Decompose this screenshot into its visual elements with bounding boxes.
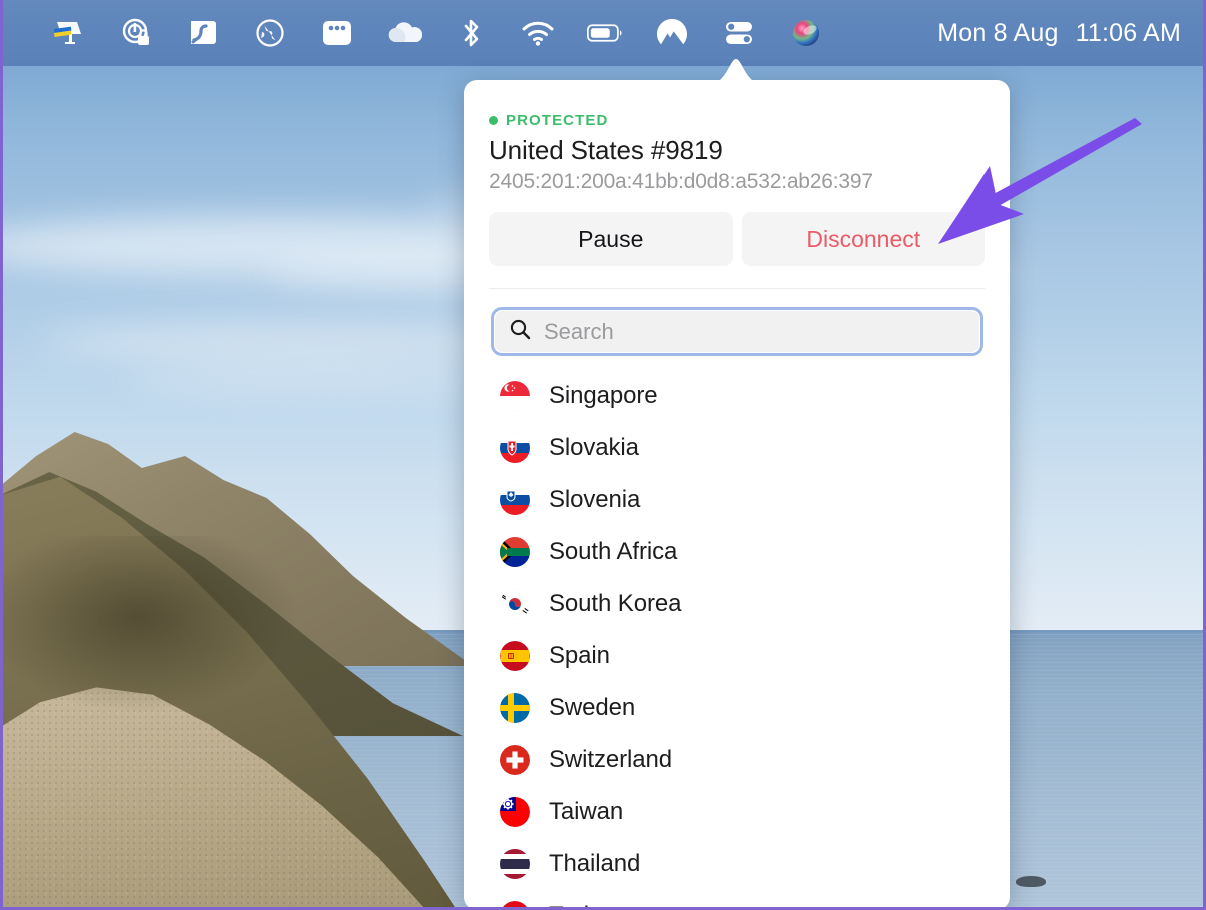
- country-name: South Africa: [549, 538, 678, 565]
- country-name: Turkey: [549, 902, 621, 907]
- list-item[interactable]: South Africa: [464, 526, 1010, 578]
- control-center-icon[interactable]: [721, 16, 757, 50]
- action-buttons: Pause Disconnect: [489, 212, 985, 266]
- list-item[interactable]: Sweden: [464, 682, 1010, 734]
- flag-slovakia-icon: [500, 433, 530, 463]
- desktop-screen: Mon 8 Aug 11:06 AM PROTECTED United Stat…: [0, 0, 1206, 910]
- flag-taiwan-icon: [500, 797, 530, 827]
- country-name: Switzerland: [549, 746, 672, 773]
- menu-bar-status-icons: [51, 16, 824, 50]
- privacy-lock-icon[interactable]: [118, 16, 154, 50]
- bluetooth-icon[interactable]: [453, 16, 489, 50]
- flag-slovenia-icon: [500, 485, 530, 515]
- cliff-shadow: [3, 536, 303, 716]
- flag-spain-icon: [500, 641, 530, 671]
- popover-notch: [712, 57, 760, 83]
- flag-switzerland-icon: [500, 745, 530, 775]
- menu-bar-clock[interactable]: Mon 8 Aug 11:06 AM: [937, 19, 1181, 48]
- list-item[interactable]: Thailand: [464, 838, 1010, 890]
- country-name: Spain: [549, 642, 610, 669]
- country-name: South Korea: [549, 590, 682, 617]
- menu-bar-date: Mon 8 Aug: [937, 18, 1059, 47]
- country-name: Thailand: [549, 850, 641, 877]
- pause-button[interactable]: Pause: [489, 212, 733, 266]
- list-item[interactable]: Switzerland: [464, 734, 1010, 786]
- country-name: Slovakia: [549, 434, 639, 461]
- flag-turkey-icon: [500, 901, 530, 907]
- siri-icon[interactable]: [788, 16, 824, 50]
- search-input[interactable]: [544, 318, 965, 345]
- country-name: Singapore: [549, 382, 658, 409]
- connection-status: PROTECTED: [489, 112, 985, 129]
- flag-south-korea-icon: [500, 589, 530, 619]
- onedrive-cloud-icon[interactable]: [386, 16, 422, 50]
- list-item[interactable]: Slovakia: [464, 422, 1010, 474]
- search-focus-ring: [491, 307, 983, 356]
- flag-thailand-icon: [500, 849, 530, 879]
- annotation-arrow-icon: [928, 118, 1153, 248]
- search-icon: [509, 318, 531, 345]
- list-item[interactable]: Taiwan: [464, 786, 1010, 838]
- bartender-icon[interactable]: [185, 16, 221, 50]
- ip-address: 2405:201:200a:41bb:d0d8:a532:ab26:397: [489, 170, 873, 193]
- country-name: Sweden: [549, 694, 636, 721]
- list-item[interactable]: Spain: [464, 630, 1010, 682]
- list-item[interactable]: South Korea: [464, 578, 1010, 630]
- globe-icon[interactable]: [252, 16, 288, 50]
- country-list: Singapore Slovakia Slovenia South Africa…: [464, 364, 1010, 907]
- server-name: United States #9819: [489, 135, 723, 165]
- window-manager-icon[interactable]: [319, 16, 355, 50]
- flag-south-africa-icon: [500, 537, 530, 567]
- search-section: [464, 289, 1010, 364]
- macos-menu-bar: Mon 8 Aug 11:06 AM: [3, 0, 1203, 66]
- screen-sharing-ukraine-icon[interactable]: [51, 16, 87, 50]
- status-dot-icon: [489, 116, 498, 125]
- list-item[interactable]: Singapore: [464, 370, 1010, 422]
- flag-singapore-icon: [500, 381, 530, 411]
- country-name: Taiwan: [549, 798, 624, 825]
- list-item[interactable]: Slovenia: [464, 474, 1010, 526]
- list-item[interactable]: Turkey: [464, 890, 1010, 907]
- menu-bar-time: 11:06 AM: [1075, 18, 1181, 47]
- search-box[interactable]: [495, 311, 979, 352]
- nordvpn-icon[interactable]: [654, 16, 690, 50]
- status-badge: PROTECTED: [506, 112, 609, 129]
- flag-sweden-icon: [500, 693, 530, 723]
- country-name: Slovenia: [549, 486, 641, 513]
- wifi-icon[interactable]: [520, 16, 556, 50]
- battery-icon[interactable]: [587, 16, 623, 50]
